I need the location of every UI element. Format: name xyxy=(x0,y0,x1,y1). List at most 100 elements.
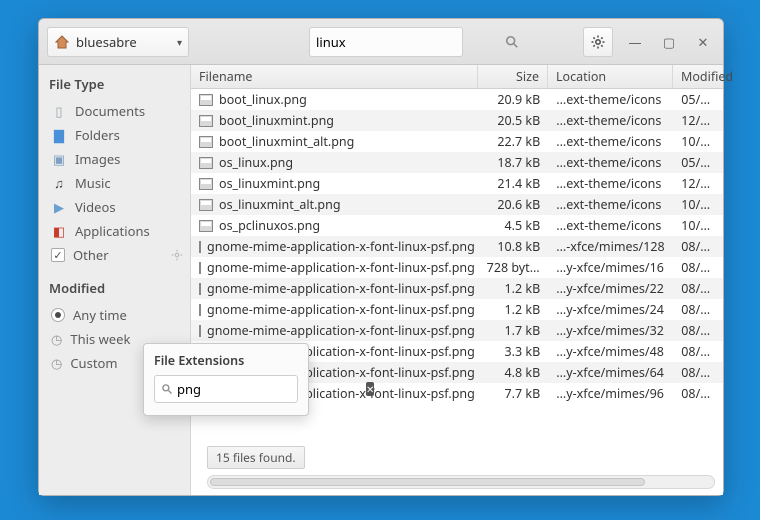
maximize-icon: ▢ xyxy=(663,33,675,51)
sidebar-item-documents[interactable]: ▯Documents xyxy=(49,99,184,123)
col-modified[interactable]: Modified xyxy=(673,65,723,88)
file-type-header: File Type xyxy=(49,73,184,97)
image-file-icon xyxy=(199,115,213,127)
clock-icon: ◷ xyxy=(51,354,62,372)
modified-option-any-time[interactable]: Any time xyxy=(49,303,184,327)
image-file-icon xyxy=(199,94,213,106)
cell-filename: os_linuxmint.png xyxy=(219,175,320,192)
sidebar-item-other[interactable]: Other xyxy=(49,243,184,267)
cell-location: ...y-xfce/mimes/16 xyxy=(548,259,673,276)
scroll-thumb[interactable] xyxy=(210,478,645,486)
cell-size: 20.9 kB xyxy=(479,91,549,108)
image-file-icon xyxy=(199,157,213,169)
cell-modified: 05/27/2 xyxy=(673,91,723,108)
search-input[interactable] xyxy=(316,33,501,51)
cell-filename: gnome-mime-application-x-font-linux-psf.… xyxy=(207,259,475,276)
image-file-icon xyxy=(199,262,201,274)
cell-modified: 12/25/2 xyxy=(673,112,723,129)
table-row[interactable]: boot_linuxmint_alt.png22.7 kB...ext-them… xyxy=(191,131,723,152)
cell-modified: 10/22/2 xyxy=(673,196,723,213)
table-row[interactable]: boot_linux.png 20.9 kB...ext-theme/icons0… xyxy=(191,89,723,110)
chevron-down-icon: ▾ xyxy=(177,35,182,49)
cell-modified: 08/07/2 xyxy=(673,238,723,255)
gear-icon xyxy=(590,34,606,50)
sidebar-item-applications[interactable]: ◧Applications xyxy=(49,219,184,243)
cell-size: 728 bytes xyxy=(479,259,549,276)
cell-filename: boot_linux.png xyxy=(219,91,307,108)
cell-filename: boot_linuxmint_alt.png xyxy=(219,133,354,150)
cell-filename: gnome-mime-application-x-font-linux-psf.… xyxy=(207,238,475,255)
search-icon xyxy=(161,383,173,395)
cell-location: ...y-xfce/mimes/22 xyxy=(548,280,673,297)
cell-size: 7.7 kB xyxy=(479,385,549,402)
cell-modified: 08/07/2 xyxy=(673,280,723,297)
gear-icon[interactable] xyxy=(170,248,184,262)
cell-location: ...y-xfce/mimes/32 xyxy=(548,322,673,339)
table-row[interactable]: os_linuxmint_alt.png20.6 kB...ext-theme/… xyxy=(191,194,723,215)
table-row[interactable]: gnome-mime-application-x-font-linux-psf.… xyxy=(191,278,723,299)
window-maximize[interactable]: ▢ xyxy=(657,30,681,54)
image-file-icon xyxy=(199,199,213,211)
close-icon: ✕ xyxy=(698,33,709,51)
table-row[interactable]: gnome-mime-application-x-font-linux-psf.… xyxy=(191,236,723,257)
table-row[interactable]: gnome-mime-application-x-font-linux-psf.… xyxy=(191,257,723,278)
table-row[interactable]: gnome-mime-application-x-font-linux-psf.… xyxy=(191,299,723,320)
table-row[interactable]: os_linux.png18.7 kB...ext-theme/icons05/… xyxy=(191,152,723,173)
col-size[interactable]: Size xyxy=(478,65,548,88)
location-combobox[interactable]: bluesabre ▾ xyxy=(47,27,189,57)
sidebar-item-label: Images xyxy=(75,150,120,168)
radio-label: Custom xyxy=(70,354,117,372)
cell-modified: 08/07/2 xyxy=(673,301,723,318)
extension-field[interactable]: ✕ xyxy=(154,375,298,403)
cell-modified: 10/17/2 xyxy=(673,217,723,234)
cell-location: ...y-xfce/mimes/24 xyxy=(548,301,673,318)
col-filename[interactable]: Filename xyxy=(191,65,478,88)
table-row[interactable]: boot_linuxmint.png20.5 kB...ext-theme/ic… xyxy=(191,110,723,131)
window-minimize[interactable]: — xyxy=(623,30,647,54)
cell-size: 21.4 kB xyxy=(479,175,549,192)
cell-filename: os_pclinuxos.png xyxy=(219,217,320,234)
search-box[interactable] xyxy=(309,27,463,57)
sidebar-item-music[interactable]: ♫Music xyxy=(49,171,184,195)
cell-location: ...ext-theme/icons xyxy=(548,91,673,108)
window-close[interactable]: ✕ xyxy=(691,30,715,54)
image-icon: ▣ xyxy=(51,150,67,168)
cell-size: 4.5 kB xyxy=(479,217,549,234)
sidebar-item-folders[interactable]: ▇ Folders xyxy=(49,123,184,147)
search-icon xyxy=(505,35,519,49)
image-file-icon xyxy=(199,136,213,148)
popover-title: File Extensions xyxy=(154,352,298,369)
minimize-icon: — xyxy=(628,33,641,51)
toolbar: bluesabre ▾ — ▢ ✕ xyxy=(39,19,723,65)
cell-size: 1.2 kB xyxy=(479,280,549,297)
cell-filename: gnome-mime-application-x-font-linux-psf.… xyxy=(207,301,475,318)
table-row[interactable]: gnome-mime-application-x-font-linux-psf.… xyxy=(191,320,723,341)
clock-icon: ◷ xyxy=(51,330,62,348)
sidebar-item-label: Folders xyxy=(75,126,120,144)
sidebar-item-videos[interactable]: ▶Videos xyxy=(49,195,184,219)
cell-size: 22.7 kB xyxy=(479,133,549,150)
cell-location: ...-xfce/mimes/128 xyxy=(548,238,673,255)
folder-icon: ▇ xyxy=(51,126,67,144)
sidebar: File Type ▯Documents ▇ Folders ▣ Images ♫Musi… xyxy=(39,65,191,495)
cell-size: 20.5 kB xyxy=(479,112,549,129)
cell-size: 4.8 kB xyxy=(479,364,549,381)
extension-input[interactable] xyxy=(177,380,362,398)
column-headers: Filename Size Location Modified xyxy=(191,65,723,89)
image-file-icon xyxy=(199,241,201,253)
cell-size: 1.2 kB xyxy=(479,301,549,318)
table-row[interactable]: os_linuxmint.png21.4 kB...ext-theme/icon… xyxy=(191,173,723,194)
cell-filename: os_linuxmint_alt.png xyxy=(219,196,341,213)
image-file-icon xyxy=(199,178,213,190)
horizontal-scrollbar[interactable] xyxy=(207,475,715,489)
cell-filename: gnome-mime-application-x-font-linux-psf.… xyxy=(207,322,475,339)
clear-icon[interactable]: ✕ xyxy=(366,382,374,396)
cell-location: ...ext-theme/icons xyxy=(548,112,673,129)
body: File Type ▯Documents ▇ Folders ▣ Images ♫Musi… xyxy=(39,65,723,495)
col-location[interactable]: Location xyxy=(548,65,673,88)
cell-location: ...ext-theme/icons xyxy=(548,196,673,213)
radio-icon xyxy=(51,308,65,322)
table-row[interactable]: os_pclinuxos.png4.5 kB...ext-theme/icons… xyxy=(191,215,723,236)
settings-button[interactable] xyxy=(583,27,613,57)
sidebar-item-images[interactable]: ▣ Images xyxy=(49,147,184,171)
